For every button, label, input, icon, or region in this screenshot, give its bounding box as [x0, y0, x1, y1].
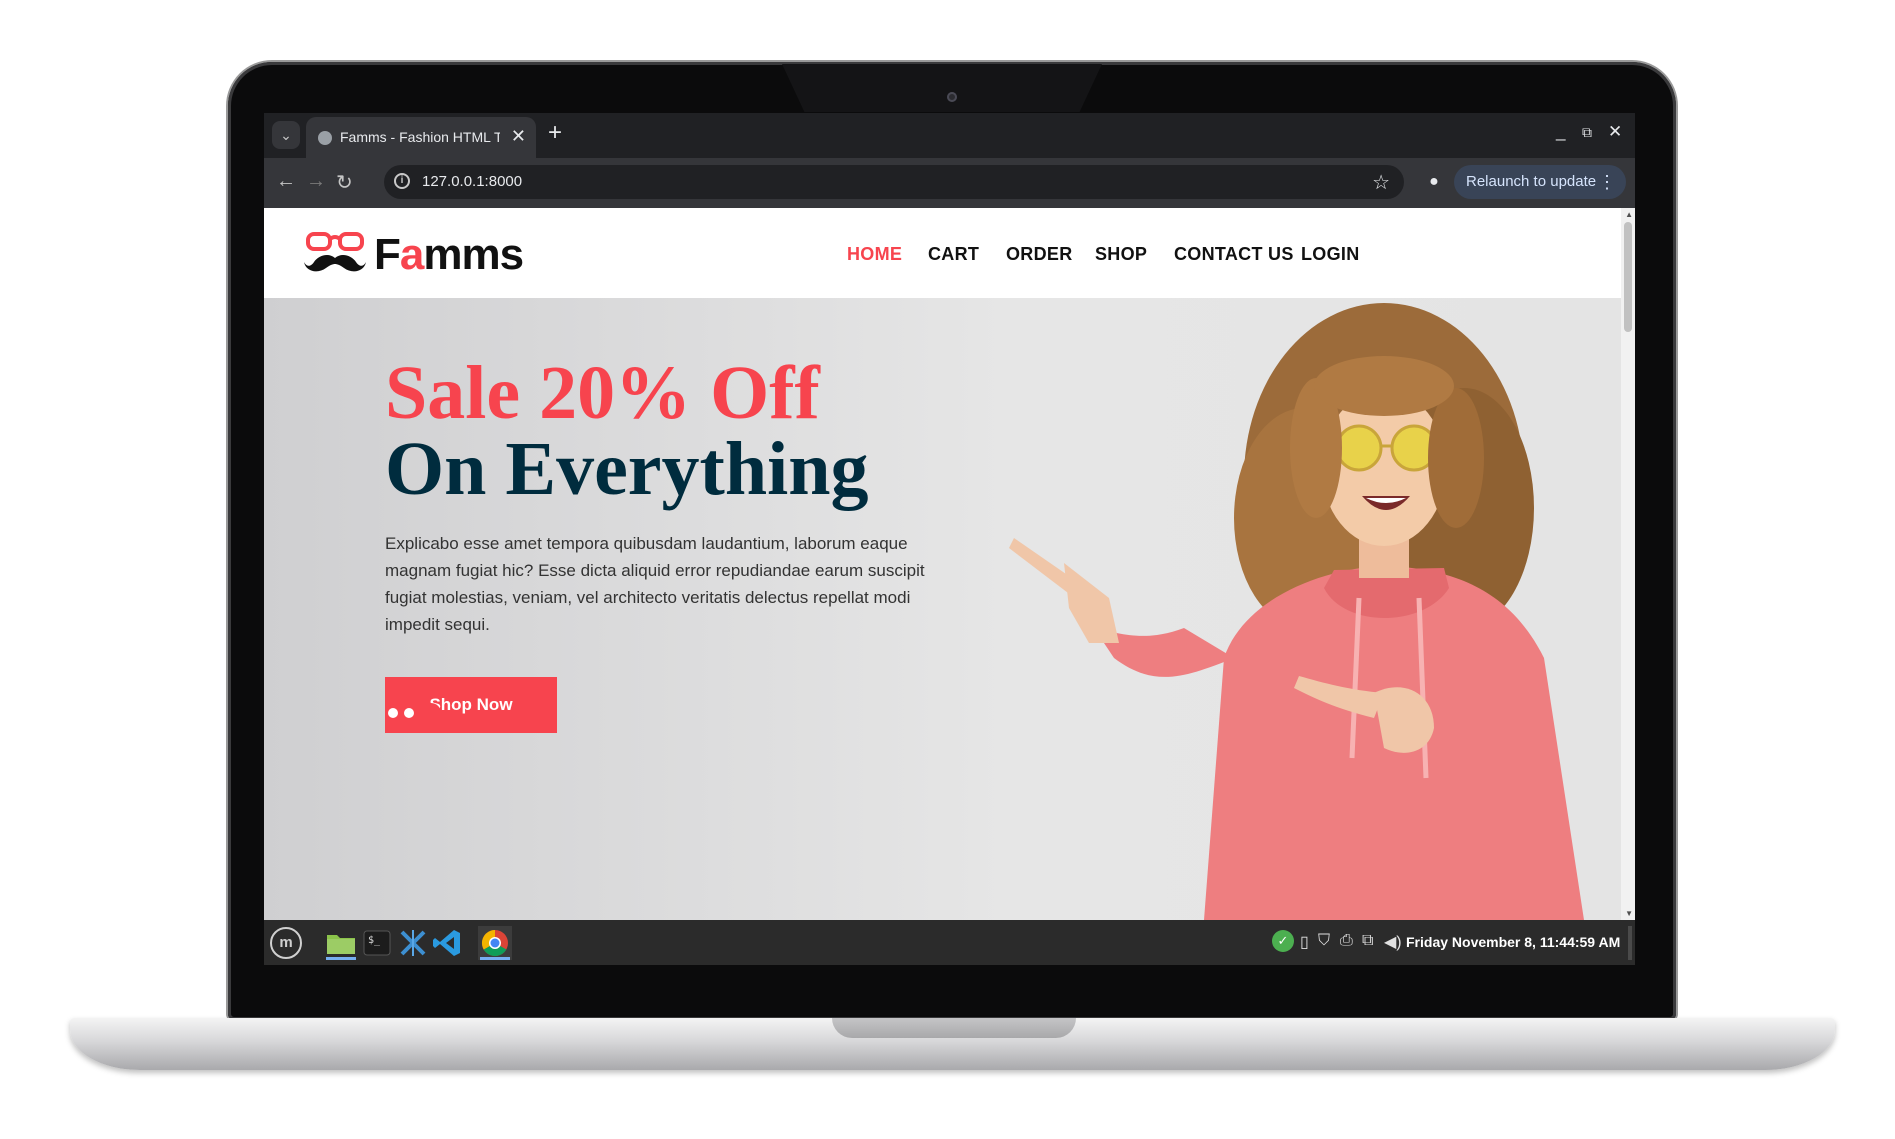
clock[interactable]: Friday November 8, 11:44:59 AM [1406, 934, 1620, 950]
hero-model-image [1009, 303, 1584, 920]
new-tab-button[interactable]: + [548, 119, 562, 147]
minimize-button[interactable]: _ [1556, 122, 1565, 142]
hero-title-everything: On Everything [385, 427, 869, 511]
nav-order[interactable]: ORDER [1006, 244, 1073, 265]
reload-icon[interactable]: ↻ [336, 170, 353, 195]
volume-icon[interactable]: ◀) [1384, 932, 1402, 952]
files-icon[interactable] [324, 926, 358, 960]
active-indicator [480, 957, 510, 960]
linux-mint-menu-icon[interactable]: m [270, 927, 302, 959]
hero-description: Explicabo esse amet tempora quibusdam la… [385, 534, 925, 634]
bookmark-star-icon[interactable]: ☆ [1372, 170, 1390, 195]
profile-icon[interactable]: ● [1422, 170, 1446, 194]
more-menu-icon[interactable]: ⋮ [1598, 165, 1616, 199]
relaunch-label: Relaunch to update [1466, 173, 1597, 190]
page-scrollbar[interactable]: ▲ ▼ [1621, 208, 1635, 920]
browser-tab[interactable]: Famms - Fashion HTML Temp ✕ [306, 117, 536, 158]
nav-cart[interactable]: CART [928, 244, 979, 265]
network-icon[interactable]: ⧉ [1362, 932, 1373, 950]
nav-home[interactable]: HOME [847, 244, 902, 265]
hero-title-sale: Sale 20% Off [385, 351, 820, 435]
vscode-icon[interactable] [430, 926, 464, 960]
shield-icon[interactable]: ⛉ [1318, 932, 1330, 950]
nav-shop[interactable]: SHOP [1095, 244, 1147, 265]
shop-now-button[interactable]: Shop Now [385, 677, 557, 733]
tab-title: Famms - Fashion HTML Temp [340, 129, 500, 145]
scroll-down-icon[interactable]: ▼ [1625, 909, 1633, 918]
logo-wordmark: Famms [374, 230, 524, 279]
tab-search-button[interactable]: ⌄ [272, 121, 300, 149]
webcam [947, 92, 957, 102]
slider-dot-2[interactable] [404, 708, 414, 718]
screen: ⌄ Famms - Fashion HTML Temp ✕ + _ ⧉ ✕ ← … [264, 113, 1635, 965]
browser-tab-bar: ⌄ Famms - Fashion HTML Temp ✕ + _ ⧉ ✕ [264, 113, 1635, 158]
site-info-icon[interactable]: i [394, 173, 410, 189]
page-viewport: Famms HOME CART ORDER SHOP CONTACT US LO… [264, 208, 1635, 920]
site-header: Famms HOME CART ORDER SHOP CONTACT US LO… [264, 208, 1621, 298]
scrollbar-thumb[interactable] [1624, 222, 1632, 332]
xorg-icon[interactable] [396, 926, 430, 960]
glasses-mustache-icon [304, 232, 366, 272]
terminal-icon[interactable]: $_ [360, 926, 394, 960]
printer-icon[interactable]: ⎙ [1340, 932, 1353, 950]
close-window-button[interactable]: ✕ [1608, 122, 1622, 142]
chevron-down-icon: ⌄ [280, 127, 292, 143]
svg-text:$_: $_ [368, 935, 381, 946]
slider-dot-3-active[interactable] [421, 703, 441, 723]
active-indicator [326, 957, 356, 960]
slider-dot-1[interactable] [388, 708, 398, 718]
laptop-base-notch [832, 1018, 1076, 1038]
nav-contact-us[interactable]: CONTACT US [1174, 244, 1294, 265]
camera-notch [782, 64, 1102, 112]
back-arrow-icon[interactable]: ← [276, 170, 296, 193]
chrome-icon[interactable] [478, 926, 512, 960]
hero-slider: Sale 20% Off On Everything Explicabo ess… [264, 298, 1621, 920]
forward-arrow-icon[interactable]: → [306, 170, 326, 193]
nav-login[interactable]: LOGIN [1301, 244, 1360, 265]
address-bar[interactable]: i 127.0.0.1:8000 ☆ [384, 165, 1404, 199]
famms-logo[interactable]: Famms [304, 228, 544, 280]
os-taskbar: m $_ ✓ ▯ ⛉ ⎙ ⧉ ◀) Friday November 8, 11:… [264, 920, 1635, 965]
browser-toolbar: ← → ↻ i 127.0.0.1:8000 ☆ ● Relaunch to u… [264, 158, 1635, 208]
url-text[interactable]: 127.0.0.1:8000 [422, 173, 522, 190]
update-manager-icon[interactable]: ✓ [1272, 930, 1294, 952]
scroll-up-icon[interactable]: ▲ [1625, 210, 1633, 219]
tab-close-icon[interactable]: ✕ [511, 126, 526, 147]
clipboard-icon[interactable]: ▯ [1300, 932, 1309, 952]
globe-icon [318, 131, 332, 145]
restore-button[interactable]: ⧉ [1582, 124, 1592, 141]
show-desktop-button[interactable] [1628, 926, 1632, 960]
relaunch-to-update-button[interactable]: Relaunch to update ⋮ [1454, 165, 1626, 199]
